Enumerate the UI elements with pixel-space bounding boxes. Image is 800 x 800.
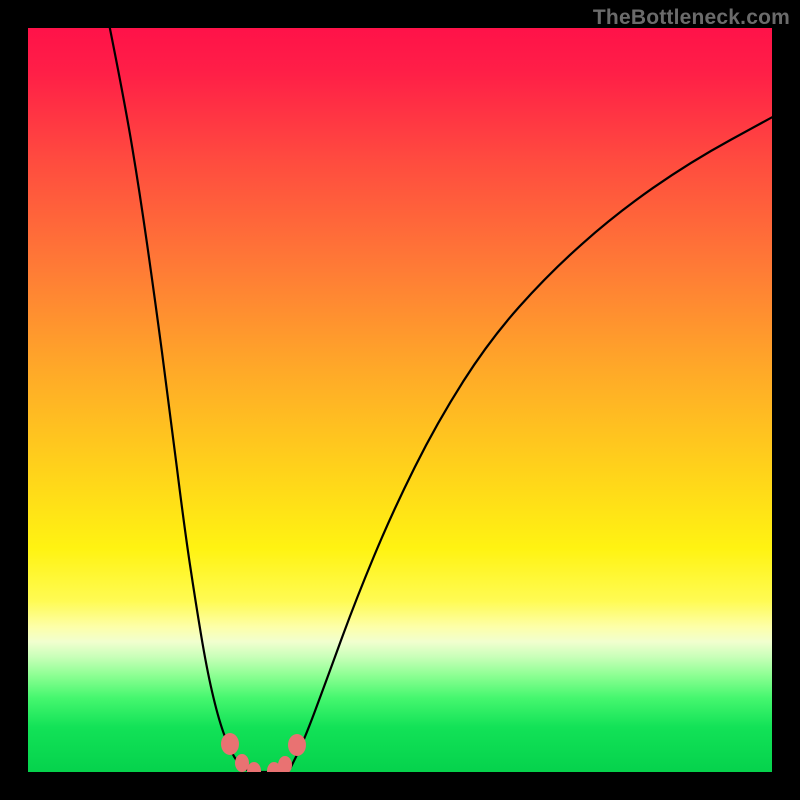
valley-marker-2	[247, 762, 261, 773]
watermark-text: TheBottleneck.com	[593, 6, 790, 30]
plot-area	[28, 28, 772, 772]
bottleneck-curve-path	[110, 28, 772, 772]
valley-marker-0	[221, 733, 239, 755]
valley-marker-5	[288, 734, 306, 756]
chart-stage: TheBottleneck.com	[0, 0, 800, 800]
valley-marker-4	[278, 756, 292, 772]
curve-svg	[28, 28, 772, 772]
